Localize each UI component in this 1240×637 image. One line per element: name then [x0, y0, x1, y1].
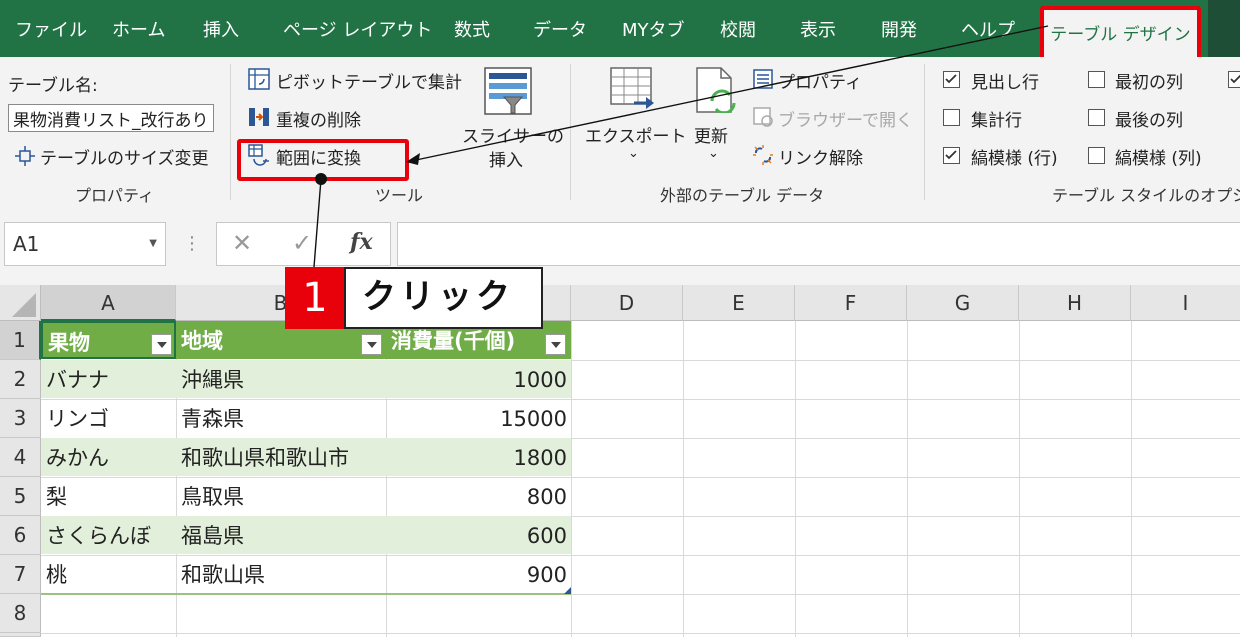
step-number-badge: 1: [285, 267, 345, 329]
arrow-head-icon: [406, 153, 420, 165]
callout-dot-icon: [315, 173, 327, 185]
arrow-line-to-convert: [415, 25, 1049, 161]
callout-leader-line: [313, 178, 322, 268]
annotation-arrows: [313, 25, 1049, 268]
step-instruction-label: クリック: [344, 267, 543, 329]
